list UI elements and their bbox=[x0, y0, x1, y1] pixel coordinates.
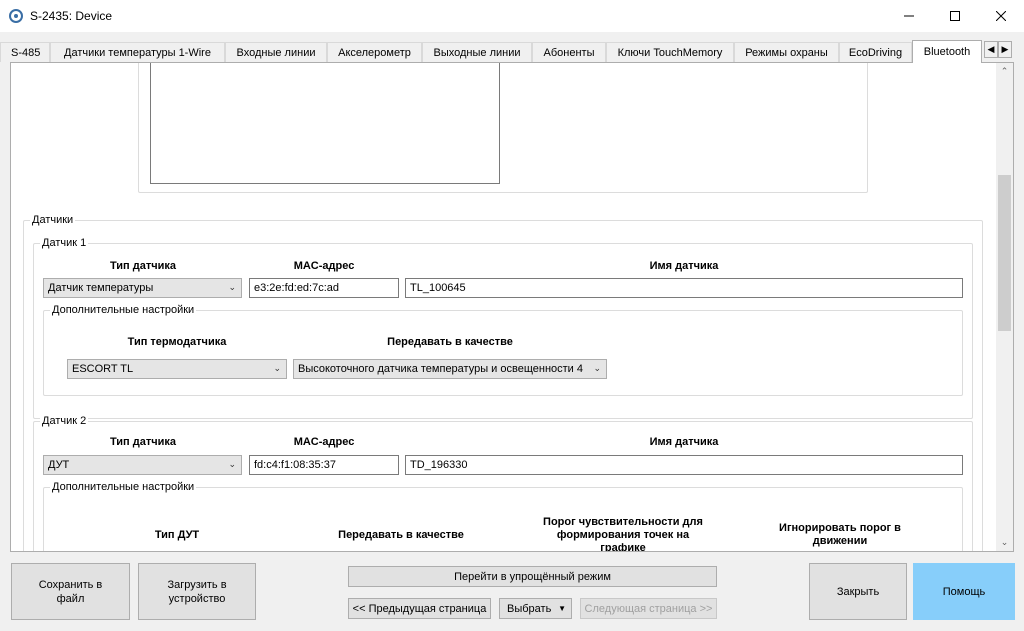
caret-down-icon: ⌄ bbox=[1000, 537, 1009, 547]
chevron-down-icon: ⌄ bbox=[593, 363, 601, 373]
sensor1-extra-title: Дополнительные настройки bbox=[50, 304, 197, 316]
close-icon bbox=[996, 11, 1006, 21]
scroll-thumb[interactable] bbox=[998, 175, 1011, 331]
sensor1-transmit-as-label: Передавать в качестве bbox=[387, 336, 513, 348]
tab-scroll-left-button[interactable]: ◀ bbox=[984, 41, 998, 58]
save-to-file-label: Сохранить в файл bbox=[38, 578, 103, 605]
sensor1-mac-label: MAC-адрес bbox=[293, 260, 355, 272]
sensor2-mac-label: MAC-адрес bbox=[293, 436, 355, 448]
ignore-threshold-label: Игнорировать порог в движении bbox=[779, 522, 901, 547]
tab-scroll-right-button[interactable]: ▶ bbox=[998, 41, 1012, 58]
load-to-device-button[interactable]: Загрузить в устройство bbox=[138, 563, 256, 620]
tab-subscribers[interactable]: Абоненты bbox=[532, 42, 606, 62]
caret-left-icon: ◀ bbox=[987, 44, 995, 54]
sensor1-extra-group: Дополнительные настройки bbox=[43, 304, 963, 396]
app-gear-icon bbox=[9, 9, 23, 23]
tab-s485[interactable]: S-485 bbox=[0, 42, 50, 62]
caret-right-icon: ▶ bbox=[1001, 44, 1009, 54]
tab-outputs[interactable]: Выходные линии bbox=[422, 42, 532, 62]
scroll-up-button[interactable]: ⌃ bbox=[996, 63, 1013, 80]
bluetooth-settings-pane: Датчики Датчик 1 Тип датчика MAC-адрес И… bbox=[10, 62, 1014, 552]
load-to-device-label: Загрузить в устройство bbox=[167, 578, 227, 605]
dut-type-label: Тип ДУТ bbox=[154, 529, 200, 541]
device-list-box[interactable] bbox=[150, 63, 500, 184]
sensor2-name-input[interactable]: TD_196330 bbox=[405, 455, 963, 475]
sensor2-name-label: Имя датчика bbox=[649, 436, 719, 448]
sensor1-title: Датчик 1 bbox=[40, 237, 89, 249]
tab-inputs[interactable]: Входные линии bbox=[225, 42, 327, 62]
sensor2-extra-title: Дополнительные настройки bbox=[50, 481, 197, 493]
tab-bluetooth[interactable]: Bluetooth bbox=[912, 40, 982, 63]
sensor1-name-label: Имя датчика bbox=[649, 260, 719, 272]
thermo-type-label: Тип термодатчика bbox=[127, 336, 227, 348]
prev-page-button[interactable]: << Предыдущая страница bbox=[348, 598, 491, 619]
window-title: S-2435: Device bbox=[30, 9, 113, 23]
sensor2-type-select[interactable]: ДУТ ⌄ bbox=[43, 455, 242, 475]
title-bar: S-2435: Device bbox=[0, 0, 1024, 32]
sensor1-type-label: Тип датчика bbox=[109, 260, 177, 272]
sensor1-type-select[interactable]: Датчик температуры ⌄ bbox=[43, 278, 242, 298]
sensor1-transmit-as-value: Высокоточного датчика температуры и осве… bbox=[298, 363, 583, 375]
caret-down-icon: ▼ bbox=[558, 603, 566, 613]
minimize-button[interactable] bbox=[886, 0, 932, 32]
sensor2-type-label: Тип датчика bbox=[109, 436, 177, 448]
sensor2-transmit-as-label: Передавать в качестве bbox=[338, 529, 464, 541]
save-to-file-button[interactable]: Сохранить в файл bbox=[11, 563, 130, 620]
next-page-button[interactable]: Следующая страница >> bbox=[580, 598, 717, 619]
threshold-label: Порог чувствительности для формирования … bbox=[543, 516, 703, 552]
chevron-down-icon: ⌄ bbox=[273, 363, 281, 373]
sensors-group-title: Датчики bbox=[30, 214, 76, 226]
tab-strip: S-485 Датчики температуры 1-Wire Входные… bbox=[0, 40, 1024, 63]
tab-accelerometer[interactable]: Акселерометр bbox=[327, 42, 422, 62]
sensor1-name-input[interactable]: TL_100645 bbox=[405, 278, 963, 298]
thermo-type-value: ESCORT TL bbox=[72, 363, 134, 375]
tab-security-modes[interactable]: Режимы охраны bbox=[734, 42, 839, 62]
sensor2-mac-input[interactable]: fd:c4:f1:08:35:37 bbox=[249, 455, 399, 475]
tab-touchmemory[interactable]: Ключи TouchMemory bbox=[606, 42, 734, 62]
vertical-scrollbar[interactable]: ⌃ ⌄ bbox=[996, 63, 1013, 551]
scroll-down-button[interactable]: ⌄ bbox=[996, 534, 1013, 551]
sensor1-type-value: Датчик температуры bbox=[48, 282, 154, 294]
simple-mode-button[interactable]: Перейти в упрощённый режим bbox=[348, 566, 717, 587]
close-button[interactable]: Закрыть bbox=[809, 563, 907, 620]
tab-1wire[interactable]: Датчики температуры 1-Wire bbox=[50, 42, 225, 62]
maximize-button[interactable] bbox=[932, 0, 978, 32]
caret-up-icon: ⌃ bbox=[1000, 66, 1009, 76]
chevron-down-icon: ⌄ bbox=[228, 459, 236, 469]
sensor1-transmit-as-select[interactable]: Высокоточного датчика температуры и осве… bbox=[293, 359, 607, 379]
select-dropdown-button[interactable]: Выбрать ▼ bbox=[499, 598, 572, 619]
minimize-icon bbox=[904, 15, 914, 17]
maximize-icon bbox=[950, 11, 960, 21]
close-window-button[interactable] bbox=[978, 0, 1024, 32]
select-label: Выбрать bbox=[507, 602, 552, 615]
sensor2-type-value: ДУТ bbox=[48, 459, 70, 471]
chevron-down-icon: ⌄ bbox=[228, 282, 236, 292]
sensor1-mac-input[interactable]: e3:2e:fd:ed:7c:ad bbox=[249, 278, 399, 298]
tab-ecodriving[interactable]: EcoDriving bbox=[839, 42, 912, 62]
help-button[interactable]: Помощь bbox=[913, 563, 1015, 620]
sensor2-title: Датчик 2 bbox=[40, 415, 89, 427]
thermo-type-select[interactable]: ESCORT TL ⌄ bbox=[67, 359, 287, 379]
